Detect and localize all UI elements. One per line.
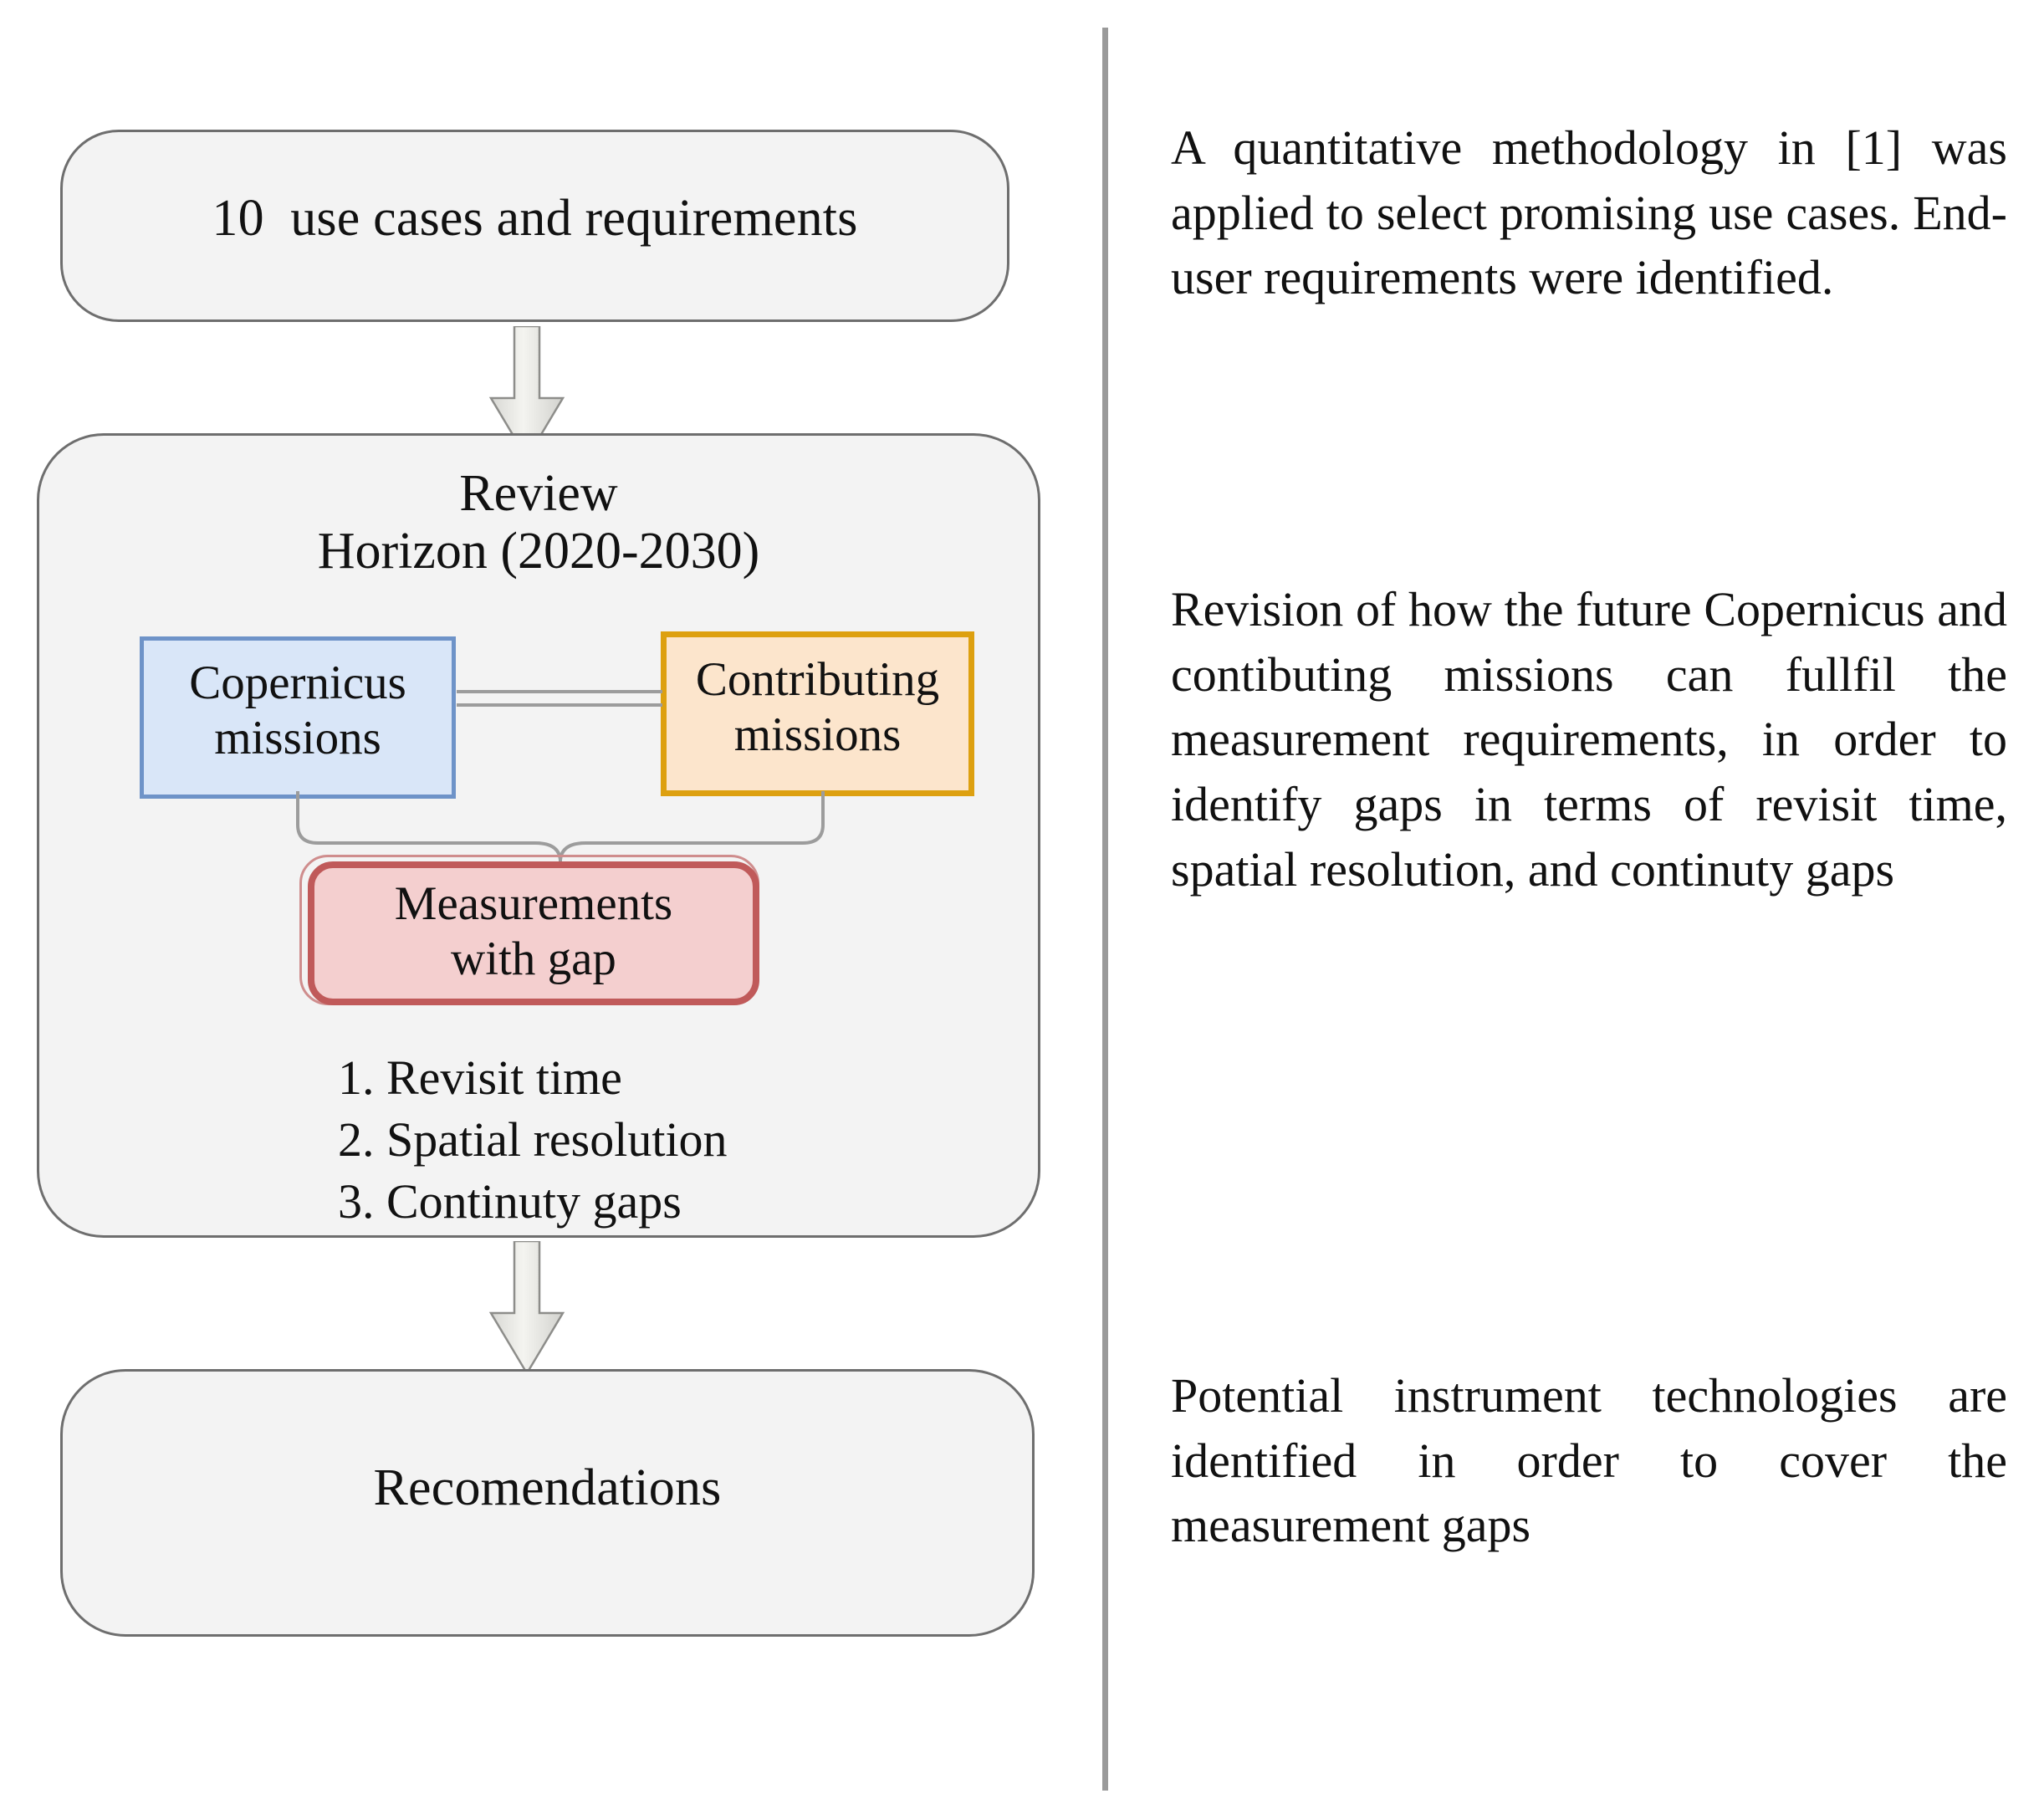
note-use-cases: A quantitative methodology in [1] was ap… [1171,120,2007,305]
measurements-with-gap-box: Measurements with gap [299,855,759,1005]
copernicus-missions-box: Copernicus missions [140,636,456,799]
measurements-line2: with gap [451,933,616,986]
list-item: 1. Revisit time [338,1050,622,1105]
contributing-missions-box: Contributing missions [661,631,974,796]
mission-connector-line-top [457,690,662,693]
figure-canvas: 10 use cases and requirements Review Hor… [0,0,2044,1814]
flow-step-recommendations: Recomendations [60,1369,1035,1637]
measurements-label: Measurements with gap [308,876,759,987]
review-title-line2: Horizon (2020-2030) [317,523,760,580]
review-title-line1: Review [459,465,618,522]
down-arrow-icon-review-to-recommendations [488,1239,566,1376]
note-recommendations: Potential instrument technologies are id… [1171,1368,2007,1553]
note-review: Revision of how the future Copernicus an… [1171,582,2007,897]
list-item: 3. Continuty gaps [338,1174,682,1229]
copernicus-line2: missions [214,712,381,765]
copernicus-line1: Copernicus [189,657,406,709]
flow-step-use-cases: 10 use cases and requirements [60,130,1009,322]
contributing-line2: missions [733,708,902,762]
mission-connector-line-bottom [457,703,662,707]
gap-types-list: 1. Revisit time 2. Spatial resolution 3.… [338,1047,728,1234]
recommendations-label: Recomendations [373,1459,722,1516]
vertical-divider [1102,28,1108,1791]
use-cases-label: 10 use cases and requirements [212,190,858,247]
list-item: 2. Spatial resolution [338,1112,728,1168]
review-title: Review Horizon (2020-2030) [39,465,1038,581]
measurements-line1: Measurements [394,877,673,930]
contributing-line1: Contributing [695,653,940,706]
